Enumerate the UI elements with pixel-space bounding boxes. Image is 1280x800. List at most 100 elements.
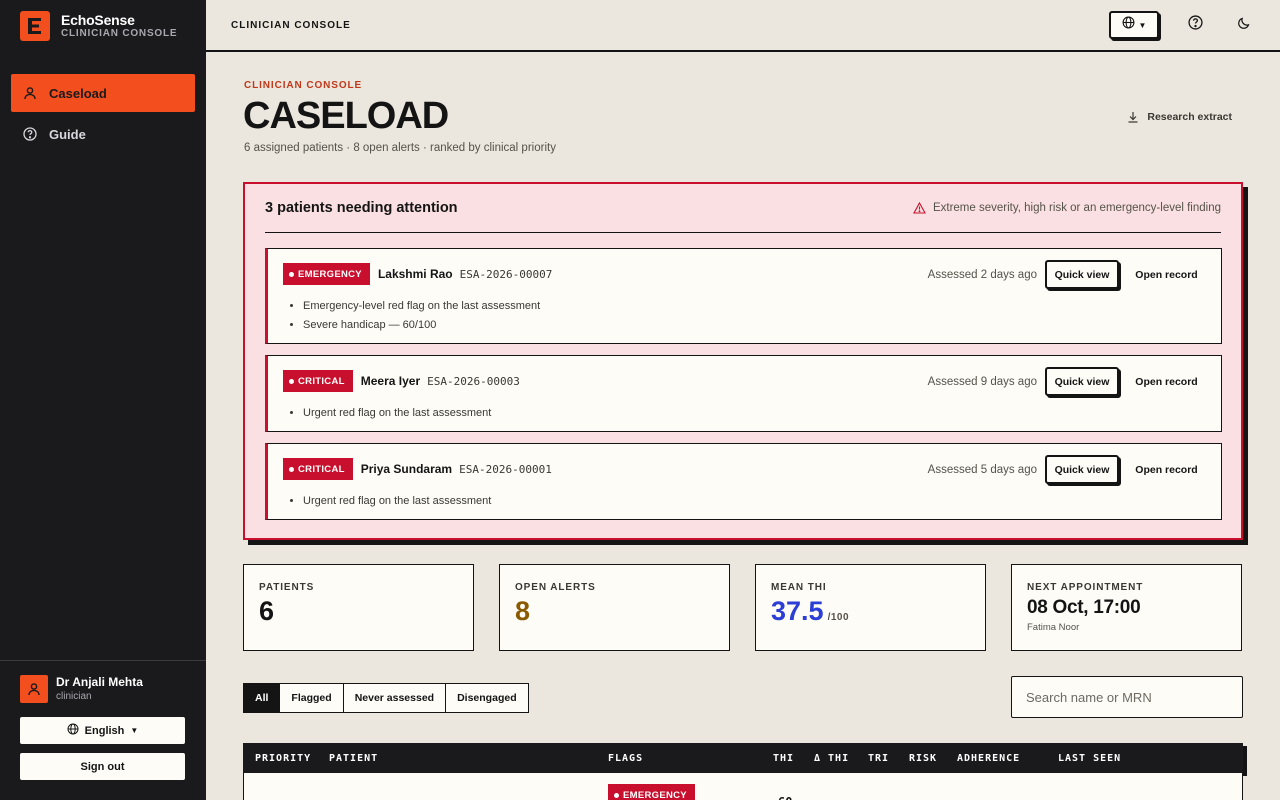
- help-circle-icon: [1187, 15, 1203, 35]
- moon-icon: [1237, 16, 1251, 35]
- table-header: PRIORITY PATIENT FLAGS THI Δ THI TRI RIS…: [243, 743, 1243, 773]
- attention-card: CRITICAL Meera Iyer ESA-2026-00003 Asses…: [265, 355, 1222, 432]
- sidebar-nav: Caseload Guide: [0, 74, 206, 153]
- language-menu-button[interactable]: ▼: [1109, 11, 1159, 39]
- user-profile[interactable]: Dr Anjali Mehta clinician: [20, 675, 186, 703]
- appointment-patient: Fatima Noor: [1027, 622, 1080, 633]
- assessed-time: Assessed 2 days ago: [927, 268, 1037, 281]
- patient-name: Meera Iyer: [360, 374, 421, 388]
- sidebar: EchoSense CLINICIAN CONSOLE Caseload Gui…: [0, 0, 206, 800]
- table-row[interactable]: EMERGENCY 60: [243, 773, 1243, 800]
- attention-note-text: Extreme severity, high risk or an emerge…: [932, 202, 1221, 214]
- quick-view-button[interactable]: Quick view: [1045, 367, 1119, 396]
- page-eyebrow: CLINICIAN CONSOLE: [244, 80, 363, 91]
- filter-never-assessed[interactable]: Never assessed: [342, 684, 445, 712]
- search-input[interactable]: [1011, 676, 1243, 718]
- avatar: [20, 674, 48, 703]
- stat-open-alerts: OPEN ALERTS 8: [499, 564, 730, 651]
- reason-item: Severe handicap — 60/100: [303, 316, 540, 335]
- stat-label: MEAN THI: [771, 582, 827, 593]
- assessed-time: Assessed 9 days ago: [927, 375, 1037, 388]
- filter-flagged[interactable]: Flagged: [279, 684, 342, 712]
- reason-item: Urgent red flag on the last assessment: [303, 492, 491, 511]
- column-flags[interactable]: FLAGS: [608, 753, 643, 764]
- column-risk[interactable]: RISK: [909, 753, 937, 764]
- column-last-seen[interactable]: LAST SEEN: [1058, 753, 1121, 764]
- open-record-link[interactable]: Open record: [1119, 269, 1214, 281]
- sidebar-footer: Dr Anjali Mehta clinician English ▼ Sign…: [0, 659, 206, 800]
- brand-subtitle: CLINICIAN CONSOLE: [61, 28, 178, 39]
- topbar-title: CLINICIAN CONSOLE: [231, 19, 351, 31]
- column-adherence[interactable]: ADHERENCE: [957, 753, 1020, 764]
- quick-view-button[interactable]: Quick view: [1045, 455, 1119, 484]
- user-icon: [22, 85, 38, 101]
- column-priority[interactable]: PRIORITY: [255, 753, 311, 764]
- main-content: CLINICIAN CONSOLE CASELOAD 6 assigned pa…: [206, 52, 1280, 800]
- flag-badge: EMERGENCY: [608, 784, 695, 800]
- patient-mrn: ESA-2026-00001: [459, 462, 552, 476]
- severity-badge: CRITICAL: [283, 370, 353, 392]
- stat-patients: PATIENTS 6: [243, 564, 474, 651]
- sidebar-item-caseload[interactable]: Caseload: [11, 74, 195, 112]
- column-thi[interactable]: THI: [773, 753, 794, 764]
- open-record-link[interactable]: Open record: [1119, 464, 1214, 476]
- filter-tabs: All Flagged Never assessed Disengaged: [243, 683, 529, 713]
- theme-toggle-button[interactable]: [1231, 12, 1257, 38]
- research-extract-button[interactable]: Research extract: [1127, 111, 1232, 123]
- filter-disengaged[interactable]: Disengaged: [445, 684, 528, 712]
- attention-title: 3 patients needing attention: [265, 200, 458, 216]
- echosense-logo-icon: [20, 11, 50, 41]
- warning-icon: [913, 202, 926, 214]
- page-title: CASELOAD: [243, 95, 449, 137]
- filter-all[interactable]: All: [244, 684, 280, 712]
- stat-label: OPEN ALERTS: [515, 582, 596, 593]
- brand[interactable]: EchoSense CLINICIAN CONSOLE: [0, 0, 206, 52]
- sidebar-item-guide[interactable]: Guide: [11, 115, 195, 153]
- stat-unit: /100: [827, 612, 850, 623]
- stat-next-appointment[interactable]: NEXT APPOINTMENT 08 Oct, 17:00 Fatima No…: [1011, 564, 1242, 651]
- reason-list: Urgent red flag on the last assessment: [303, 404, 491, 423]
- column-delta-thi[interactable]: Δ THI: [814, 753, 849, 764]
- user-role: clinician: [56, 691, 92, 702]
- stat-label: PATIENTS: [259, 582, 315, 593]
- stat-value: 8: [515, 596, 531, 626]
- patient-name: Priya Sundaram: [360, 462, 453, 476]
- sidebar-item-label: Caseload: [49, 85, 107, 101]
- brand-name: EchoSense: [61, 12, 135, 28]
- patient-mrn: ESA-2026-00003: [427, 374, 520, 388]
- language-select[interactable]: English ▼: [20, 717, 185, 744]
- quick-view-button[interactable]: Quick view: [1045, 260, 1119, 289]
- caret-down-icon: ▼: [1138, 20, 1147, 30]
- topbar: CLINICIAN CONSOLE ▼: [206, 0, 1280, 52]
- reason-list: Urgent red flag on the last assessment: [303, 492, 491, 511]
- reason-list: Emergency-level red flag on the last ass…: [303, 297, 540, 335]
- stat-value: 37.5: [771, 596, 824, 626]
- help-circle-icon: [22, 126, 38, 142]
- attention-note: Extreme severity, high risk or an emerge…: [913, 202, 1221, 214]
- download-icon: [1128, 112, 1138, 123]
- language-label: English: [84, 724, 125, 737]
- globe-icon: [67, 723, 79, 738]
- patient-mrn: ESA-2026-00007: [459, 267, 553, 281]
- sign-out-button[interactable]: Sign out: [20, 753, 185, 780]
- attention-panel: 3 patients needing attention Extreme sev…: [243, 182, 1243, 540]
- attention-card: CRITICAL Priya Sundaram ESA-2026-00001 A…: [265, 443, 1222, 520]
- reason-item: Urgent red flag on the last assessment: [303, 404, 491, 423]
- help-button[interactable]: [1182, 12, 1208, 38]
- attention-card: EMERGENCY Lakshmi Rao ESA-2026-00007 Ass…: [265, 248, 1222, 344]
- user-name: Dr Anjali Mehta: [56, 674, 143, 689]
- assessed-time: Assessed 5 days ago: [927, 463, 1037, 476]
- sidebar-item-label: Guide: [49, 126, 86, 142]
- patient-name: Lakshmi Rao: [377, 267, 453, 281]
- severity-badge: CRITICAL: [283, 458, 353, 480]
- stat-value: 08 Oct, 17:00: [1027, 597, 1141, 618]
- stat-mean-thi: MEAN THI 37.5/100: [755, 564, 986, 651]
- thi-cell: 60: [778, 795, 792, 800]
- column-patient[interactable]: PATIENT: [329, 753, 378, 764]
- open-record-link[interactable]: Open record: [1119, 376, 1214, 388]
- research-extract-label: Research extract: [1147, 111, 1232, 123]
- reason-item: Emergency-level red flag on the last ass…: [303, 297, 540, 316]
- caret-down-icon: ▼: [130, 726, 139, 735]
- stat-label: NEXT APPOINTMENT: [1027, 582, 1144, 593]
- column-tri[interactable]: TRI: [868, 753, 889, 764]
